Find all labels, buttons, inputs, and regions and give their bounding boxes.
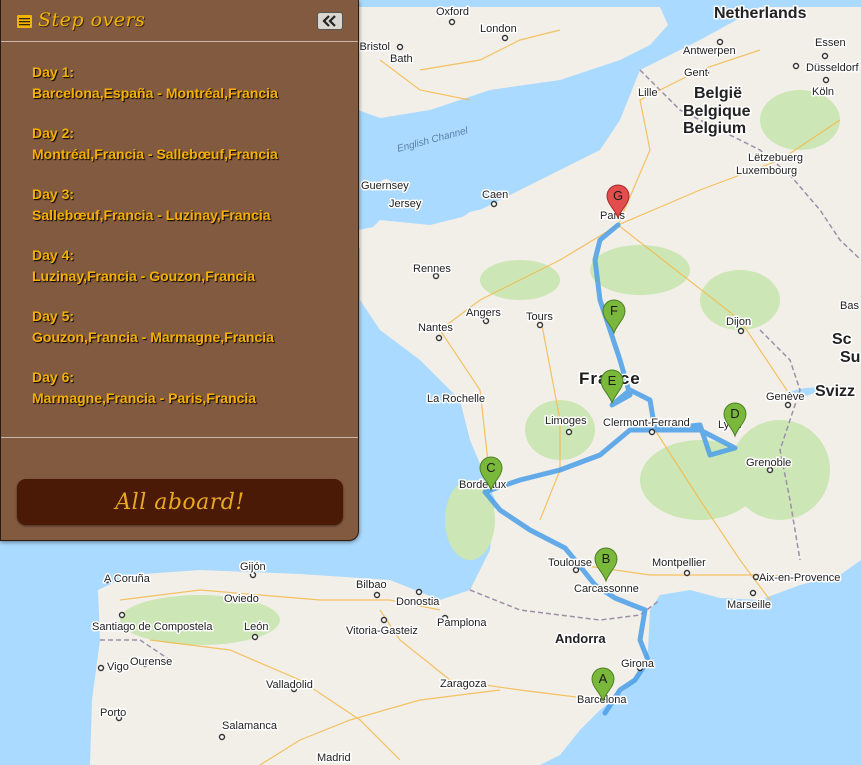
svg-text:Bordeaux: Bordeaux	[459, 479, 507, 491]
svg-text:Belgium: Belgium	[683, 120, 746, 137]
svg-text:Antwerpen: Antwerpen	[683, 45, 736, 57]
svg-text:Sc: Sc	[832, 331, 852, 348]
marker-letter: B	[602, 551, 611, 566]
panel-header: Step overs	[1, 7, 358, 42]
svg-text:Limoges: Limoges	[545, 415, 587, 427]
panel-divider	[1, 437, 358, 438]
marker-letter: E	[608, 373, 617, 388]
day-item[interactable]: Day 5: Gouzon,Francia - Marmagne,Francia	[32, 306, 342, 367]
all-aboard-label: All aboard!	[115, 489, 245, 515]
collapse-panel-button[interactable]	[317, 12, 343, 30]
all-aboard-button[interactable]: All aboard!	[17, 479, 343, 525]
svg-text:Nantes: Nantes	[418, 322, 453, 334]
svg-text:Girona: Girona	[621, 658, 655, 670]
day-route: Marmagne,Francia - Paris,Francia	[32, 390, 257, 406]
svg-text:Rennes: Rennes	[413, 263, 451, 275]
svg-text:La Rochelle: La Rochelle	[427, 393, 485, 405]
marker-letter: G	[613, 188, 623, 203]
svg-text:Guernsey: Guernsey	[361, 180, 409, 192]
svg-text:Montpellier: Montpellier	[652, 557, 706, 569]
svg-text:België: België	[694, 85, 742, 102]
day-route: Montréal,Francia - Sallebœuf,Francia	[32, 146, 278, 162]
svg-text:Madrid: Madrid	[317, 752, 351, 764]
svg-text:Santiago de Compostela: Santiago de Compostela	[92, 621, 213, 633]
svg-text:Zaragoza: Zaragoza	[440, 678, 487, 690]
day-route: Sallebœuf,Francia - Luzinay,Francia	[32, 207, 271, 223]
svg-text:Salamanca: Salamanca	[222, 720, 278, 732]
svg-text:Angers: Angers	[466, 307, 501, 319]
svg-text:Netherlands: Netherlands	[714, 5, 807, 22]
svg-text:Ourense: Ourense	[130, 656, 172, 668]
svg-text:Essen: Essen	[815, 37, 846, 49]
svg-text:León: León	[244, 621, 268, 633]
svg-text:Oxford: Oxford	[436, 6, 469, 18]
day-route: Luzinay,Francia - Gouzon,Francia	[32, 268, 255, 284]
marker-letter: F	[610, 303, 618, 318]
day-item[interactable]: Day 1: Barcelona,España - Montréal,Franc…	[32, 62, 342, 123]
svg-text:Svizz: Svizz	[815, 383, 855, 400]
list-icon	[17, 15, 32, 28]
marker-letter: C	[486, 460, 495, 475]
svg-text:Vigo: Vigo	[107, 661, 129, 673]
svg-text:Lëtzebuerg: Lëtzebuerg	[748, 152, 803, 164]
svg-text:Dijon: Dijon	[726, 316, 751, 328]
svg-text:Luxembourg: Luxembourg	[736, 165, 797, 177]
svg-text:Belgique: Belgique	[683, 103, 751, 120]
svg-text:Porto: Porto	[100, 707, 126, 719]
day-item[interactable]: Day 6: Marmagne,Francia - Paris,Francia	[32, 367, 342, 428]
svg-text:Bristol: Bristol	[359, 41, 390, 53]
svg-text:Gent: Gent	[684, 67, 708, 79]
day-label: Day 4:	[32, 247, 75, 263]
day-item[interactable]: Day 4: Luzinay,Francia - Gouzon,Francia	[32, 245, 342, 306]
svg-text:Grenoble: Grenoble	[746, 457, 791, 469]
day-route: Barcelona,España - Montréal,Francia	[32, 85, 278, 101]
svg-text:Andorra: Andorra	[555, 631, 606, 646]
svg-text:Caen: Caen	[482, 189, 508, 201]
svg-text:Düsseldorf: Düsseldorf	[806, 62, 860, 74]
day-item[interactable]: Day 2: Montréal,Francia - Sallebœuf,Fran…	[32, 123, 342, 184]
svg-text:Valladolid: Valladolid	[266, 679, 313, 691]
day-label: Day 5:	[32, 308, 75, 324]
day-route: Gouzon,Francia - Marmagne,Francia	[32, 329, 274, 345]
svg-text:Clermont-Ferrand: Clermont-Ferrand	[603, 417, 690, 429]
svg-text:Köln: Köln	[812, 86, 834, 98]
marker-letter: A	[599, 671, 608, 686]
step-overs-panel: Step overs Day 1: Barcelona,España - Mon…	[0, 0, 359, 541]
svg-text:Jersey: Jersey	[389, 198, 422, 210]
svg-text:Toulouse: Toulouse	[548, 557, 592, 569]
svg-text:Oviedo: Oviedo	[224, 593, 259, 605]
svg-text:Tours: Tours	[526, 311, 553, 323]
day-label: Day 3:	[32, 186, 75, 202]
svg-text:London: London	[480, 23, 517, 35]
svg-text:Aix-en-Provence: Aix-en-Provence	[759, 572, 840, 584]
svg-text:Donostia: Donostia	[396, 596, 440, 608]
day-label: Day 1:	[32, 64, 75, 80]
svg-text:Genève: Genève	[766, 391, 805, 403]
double-chevron-left-icon	[322, 15, 336, 27]
svg-text:Bilbao: Bilbao	[356, 579, 387, 591]
svg-text:Pamplona: Pamplona	[437, 617, 487, 629]
svg-text:Su: Su	[840, 349, 860, 366]
day-item[interactable]: Day 3: Sallebœuf,Francia - Luzinay,Franc…	[32, 184, 342, 245]
svg-text:Marseille: Marseille	[727, 599, 771, 611]
svg-text:Lille: Lille	[638, 87, 658, 99]
marker-letter: D	[730, 406, 739, 421]
svg-text:Bas: Bas	[840, 300, 859, 312]
svg-text:Paris: Paris	[600, 210, 626, 222]
panel-title: Step overs	[38, 9, 146, 31]
day-label: Day 6:	[32, 369, 75, 385]
day-label: Day 2:	[32, 125, 75, 141]
svg-text:Bath: Bath	[390, 53, 413, 65]
svg-text:Gijón: Gijón	[240, 561, 266, 573]
day-list: Day 1: Barcelona,España - Montréal,Franc…	[32, 62, 342, 428]
svg-text:Vitoria-Gasteiz: Vitoria-Gasteiz	[346, 625, 418, 637]
svg-text:A Coruña: A Coruña	[104, 573, 151, 585]
svg-text:Carcassonne: Carcassonne	[574, 583, 639, 595]
